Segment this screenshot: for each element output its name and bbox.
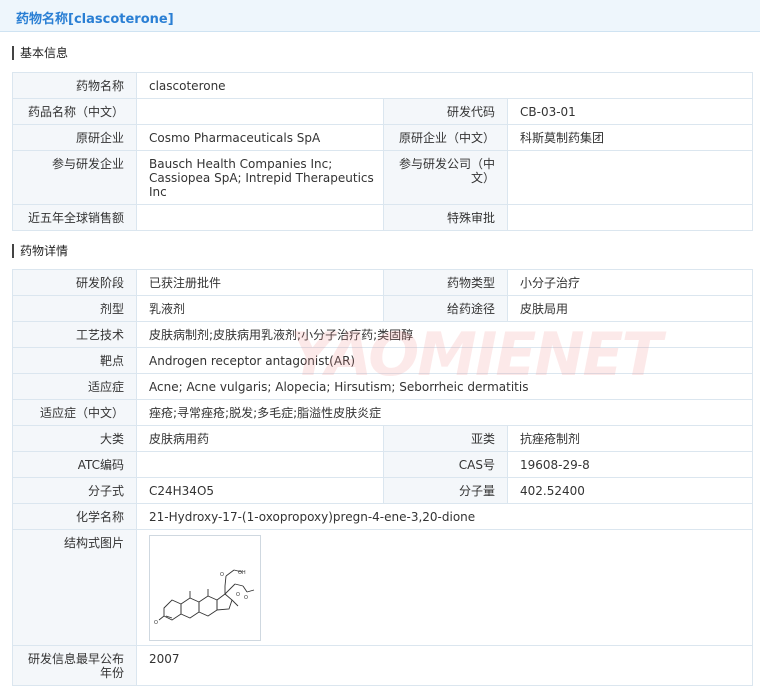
table-row: 研发信息最早公布年份 2007 [12, 645, 753, 686]
table-row: 适应症（中文） 痤疮;寻常痤疮;脱发;多毛症;脂溢性皮肤炎症 [12, 399, 753, 426]
atc-value [136, 451, 384, 478]
partner-cn-label: 参与研发公司（中文） [383, 150, 508, 205]
table-row: 近五年全球销售额 特殊审批 [12, 204, 754, 231]
orig-value: Cosmo Pharmaceuticals SpA [136, 124, 384, 151]
form-value: 乳液剂 [136, 295, 384, 322]
table-row: 工艺技术 皮肤病制剂;皮肤病用乳液剂;小分子治疗药;类固醇 [12, 321, 753, 348]
table-row: ATC编码 CAS号 19608-29-8 [12, 451, 753, 478]
table-row: 药品名称（中文） 研发代码 CB-03-01 [12, 98, 754, 125]
struct-cell: OH O O O O [136, 529, 753, 646]
subclass-value: 抗痤疮制剂 [507, 425, 753, 452]
indication-label: 适应症 [12, 373, 137, 400]
cas-label: CAS号 [383, 451, 508, 478]
code-value: CB-03-01 [506, 98, 754, 125]
orig-cn-label: 原研企业（中文） [383, 124, 508, 151]
route-label: 给药途径 [383, 295, 508, 322]
mw-label: 分子量 [383, 477, 508, 504]
table-row: 剂型 乳液剂 给药途径 皮肤局用 [12, 295, 753, 322]
cas-value: 19608-29-8 [507, 451, 753, 478]
drug-cn-value [136, 98, 384, 125]
special-value [506, 204, 754, 231]
partner-label: 参与研发企业 [12, 150, 137, 205]
svg-text:O: O [236, 592, 240, 598]
type-value: 小分子治疗 [507, 269, 753, 296]
indication-cn-label: 适应症（中文） [12, 399, 137, 426]
first-pub-value: 2007 [136, 645, 753, 686]
class-label: 大类 [12, 425, 137, 452]
table-row: 药物名称 clascoterone [12, 72, 754, 99]
table-row: 适应症 Acne; Acne vulgaris; Alopecia; Hirsu… [12, 373, 753, 400]
special-label: 特殊审批 [383, 204, 508, 231]
atc-label: ATC编码 [12, 451, 137, 478]
form-label: 剂型 [12, 295, 137, 322]
sales-value [136, 204, 384, 231]
table-row: 结构式图片 OH O O O O [12, 529, 753, 646]
drug-name-value: clascoterone [135, 72, 754, 99]
code-label: 研发代码 [383, 98, 508, 125]
section-heading-basic: 基本信息 [12, 46, 68, 60]
stage-value: 已获注册批件 [136, 269, 384, 296]
page-title: 药物名称[clascoterone] [16, 12, 174, 27]
svg-text:O: O [220, 572, 224, 578]
svg-text:O: O [244, 595, 248, 601]
table-row: 分子式 C24H34O5 分子量 402.52400 [12, 477, 753, 504]
steroid-structure-icon: OH O O O O [154, 569, 255, 626]
page-title-bar: 药物名称[clascoterone] [0, 0, 760, 32]
drug-name-label: 药物名称 [12, 72, 137, 99]
sales-label: 近五年全球销售额 [12, 204, 137, 231]
table-row: 靶点 Androgen receptor antagonist(AR) [12, 347, 753, 374]
tech-label: 工艺技术 [12, 321, 137, 348]
table-row: 化学名称 21-Hydroxy-17-(1-oxopropoxy)pregn-4… [12, 503, 753, 530]
svg-text:O: O [154, 620, 158, 626]
orig-cn-value: 科斯莫制药集团 [506, 124, 754, 151]
target-label: 靶点 [12, 347, 137, 374]
svg-text:OH: OH [238, 570, 246, 576]
first-pub-label: 研发信息最早公布年份 [12, 645, 137, 686]
struct-label: 结构式图片 [12, 529, 137, 646]
route-value: 皮肤局用 [507, 295, 753, 322]
drug-cn-label: 药品名称（中文） [12, 98, 137, 125]
chem-label: 化学名称 [12, 503, 137, 530]
chem-value: 21-Hydroxy-17-(1-oxopropoxy)pregn-4-ene-… [136, 503, 753, 530]
table-row: 大类 皮肤病用药 亚类 抗痤疮制剂 [12, 425, 753, 452]
stage-label: 研发阶段 [12, 269, 137, 296]
indication-cn-value: 痤疮;寻常痤疮;脱发;多毛症;脂溢性皮肤炎症 [136, 399, 753, 426]
formula-value: C24H34O5 [136, 477, 384, 504]
target-value: Androgen receptor antagonist(AR) [136, 347, 753, 374]
tech-value: 皮肤病制剂;皮肤病用乳液剂;小分子治疗药;类固醇 [136, 321, 753, 348]
type-label: 药物类型 [383, 269, 508, 296]
orig-label: 原研企业 [12, 124, 137, 151]
table-row: 研发阶段 已获注册批件 药物类型 小分子治疗 [12, 269, 753, 296]
indication-value: Acne; Acne vulgaris; Alopecia; Hirsutism… [136, 373, 753, 400]
detail-info-table: 研发阶段 已获注册批件 药物类型 小分子治疗 剂型 乳液剂 给药途径 皮肤局用 … [12, 269, 753, 686]
table-row: 参与研发企业 Bausch Health Companies Inc; Cass… [12, 150, 754, 205]
formula-label: 分子式 [12, 477, 137, 504]
partner-value: Bausch Health Companies Inc; Cassiopea S… [136, 150, 384, 205]
mw-value: 402.52400 [507, 477, 753, 504]
basic-info-table: 药物名称 clascoterone 药品名称（中文） 研发代码 CB-03-01… [12, 72, 754, 231]
section-heading-detail: 药物详情 [12, 244, 68, 258]
class-value: 皮肤病用药 [136, 425, 384, 452]
subclass-label: 亚类 [383, 425, 508, 452]
structure-image: OH O O O O [149, 535, 261, 641]
table-row: 原研企业 Cosmo Pharmaceuticals SpA 原研企业（中文） … [12, 124, 754, 151]
partner-cn-value [506, 150, 754, 205]
